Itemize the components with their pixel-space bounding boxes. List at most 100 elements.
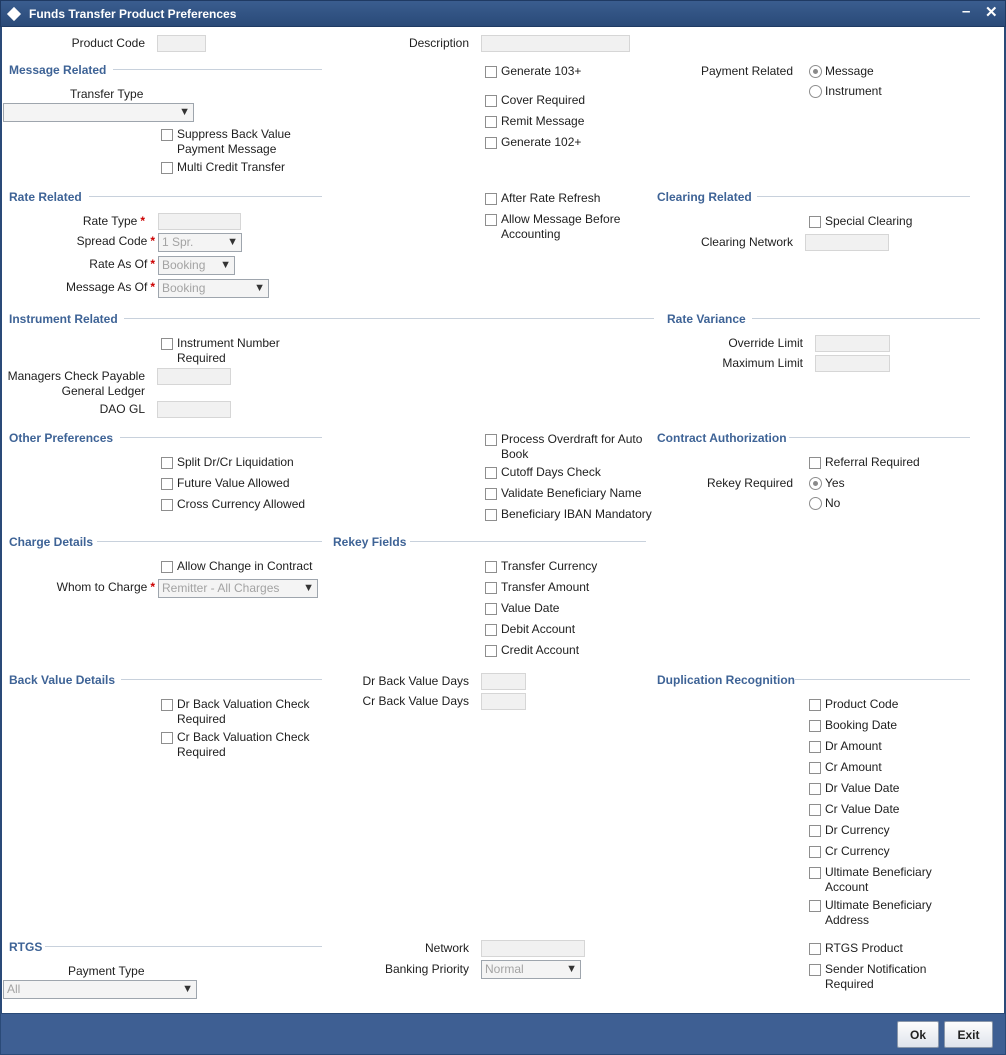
contract-authorization-title: Contract Authorization [657,431,787,445]
cr-back-value-days-input[interactable] [481,693,526,710]
remit-message-checkbox[interactable] [485,116,497,128]
message-as-of-select[interactable]: Booking ▼ [158,279,269,298]
dr-back-value-days-label: Dr Back Value Days [362,674,469,688]
allow-change-checkbox[interactable] [161,561,173,573]
dao-gl-input[interactable] [157,401,231,418]
chevron-down-icon: ▼ [254,282,265,294]
dup-ult-beneficiary-account-checkbox[interactable] [809,867,821,879]
dr-back-valuation-checkbox[interactable] [161,699,173,711]
rekey-fields-title: Rekey Fields [333,535,407,549]
chevron-down-icon: ▼ [179,106,190,118]
rekey-no-radio[interactable] [809,497,822,510]
rekey-debit-account-checkbox[interactable] [485,624,497,636]
dup-cr-amount-checkbox[interactable] [809,762,821,774]
referral-required-label: Referral Required [825,455,920,469]
exit-button[interactable]: Exit [944,1021,993,1048]
section-divider [752,318,980,319]
cover-required-checkbox[interactable] [485,95,497,107]
description-input[interactable] [481,35,630,52]
multi-credit-transfer-checkbox[interactable] [161,162,173,174]
dup-cr-currency-checkbox[interactable] [809,846,821,858]
rate-type-input[interactable] [158,213,241,230]
ok-button[interactable]: Ok [897,1021,939,1048]
duplication-recognition-title: Duplication Recognition [657,673,795,687]
split-dr-cr-label: Split Dr/Cr Liquidation [177,455,294,469]
dao-gl-label: DAO GL [99,402,145,416]
clearing-network-input[interactable] [805,234,889,251]
rtgs-product-checkbox[interactable] [809,943,821,955]
close-button[interactable]: ✕ [985,3,998,21]
allow-message-before-accounting-checkbox[interactable] [485,214,497,226]
process-overdraft-checkbox[interactable] [485,434,497,446]
other-preferences-title: Other Preferences [9,431,114,445]
sender-notification-label-2: Required [825,977,874,991]
spread-code-label: Spread Code * [76,234,155,248]
override-limit-input[interactable] [815,335,890,352]
dup-product-code-checkbox[interactable] [809,699,821,711]
suppress-back-value-checkbox[interactable] [161,129,173,141]
rekey-yes-label: Yes [825,476,845,490]
override-limit-label: Override Limit [728,336,803,350]
allow-message-label-2: Accounting [501,227,561,241]
rekey-required-label: Rekey Required [706,476,793,490]
special-clearing-checkbox[interactable] [809,216,821,228]
generate-103-checkbox[interactable] [485,66,497,78]
instrument-number-required-checkbox[interactable] [161,338,173,350]
whom-to-charge-select[interactable]: Remitter - All Charges ▼ [158,579,318,598]
payment-type-label: Payment Type [68,964,145,978]
managers-check-label-2: General Ledger [61,384,145,398]
network-input[interactable] [481,940,585,957]
banking-priority-label: Banking Priority [384,962,469,976]
validate-beneficiary-checkbox[interactable] [485,488,497,500]
rate-type-label: Rate Type * [82,214,145,228]
rate-related-title: Rate Related [9,190,82,204]
transfer-type-select[interactable]: ▼ [3,103,194,122]
required-mark: * [150,280,155,294]
dup-product-code-label: Product Code [825,697,899,711]
dup-ult-beneficiary-address-checkbox[interactable] [809,900,821,912]
managers-check-gl-input[interactable] [157,368,231,385]
payment-message-radio[interactable] [809,65,822,78]
after-rate-refresh-checkbox[interactable] [485,193,497,205]
dup-dr-amount-checkbox[interactable] [809,741,821,753]
beneficiary-iban-checkbox[interactable] [485,509,497,521]
rate-as-of-select[interactable]: Booking ▼ [158,256,235,275]
payment-type-select[interactable]: All ▼ [3,980,197,999]
rekey-credit-account-checkbox[interactable] [485,645,497,657]
sender-notification-checkbox[interactable] [809,964,821,976]
split-dr-cr-checkbox[interactable] [161,457,173,469]
dup-dr-currency-checkbox[interactable] [809,825,821,837]
product-code-input[interactable] [157,35,206,52]
rekey-value-date-checkbox[interactable] [485,603,497,615]
rtgs-product-label: RTGS Product [825,941,903,955]
cross-currency-checkbox[interactable] [161,499,173,511]
dup-dr-currency-label: Dr Currency [825,823,890,837]
referral-required-checkbox[interactable] [809,457,821,469]
banking-priority-select[interactable]: Normal ▼ [481,960,581,979]
cr-back-value-days-label: Cr Back Value Days [362,694,469,708]
section-divider [795,679,970,680]
rekey-transfer-amount-checkbox[interactable] [485,582,497,594]
sender-notification-label: Sender Notification [825,962,927,976]
cr-back-valuation-checkbox[interactable] [161,732,173,744]
cutoff-days-checkbox[interactable] [485,467,497,479]
cutoff-days-label: Cutoff Days Check [501,465,601,479]
payment-instrument-radio[interactable] [809,85,822,98]
rekey-yes-radio[interactable] [809,477,822,490]
back-value-details-title: Back Value Details [9,673,116,687]
rekey-transfer-currency-checkbox[interactable] [485,561,497,573]
rekey-debit-account-label: Debit Account [501,622,576,636]
clearing-network-label: Clearing Network [700,235,793,249]
dup-cr-value-date-checkbox[interactable] [809,804,821,816]
dr-back-value-days-input[interactable] [481,673,526,690]
future-value-checkbox[interactable] [161,478,173,490]
clearing-related-title: Clearing Related [657,190,752,204]
generate-102-checkbox[interactable] [485,137,497,149]
spread-code-select[interactable]: 1 Spr. ▼ [158,233,242,252]
minimize-button[interactable]: – [962,3,970,20]
maximum-limit-input[interactable] [815,355,890,372]
section-divider [113,69,322,70]
rate-as-of-label: Rate As Of * [89,257,155,271]
dup-booking-date-checkbox[interactable] [809,720,821,732]
dup-dr-value-date-checkbox[interactable] [809,783,821,795]
